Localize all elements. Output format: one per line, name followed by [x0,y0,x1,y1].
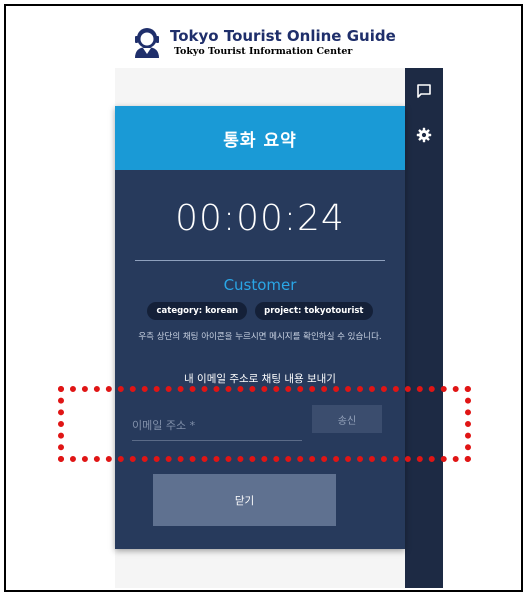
gear-icon [416,127,432,143]
call-timer: 00:00:24 [175,198,345,239]
site-title: Tokyo Tourist Online Guide [170,27,396,45]
chat-hint-text: 우측 상단의 채팅 아이콘을 누르시면 메시지를 확인하실 수 있습니다. [138,332,382,342]
tag-list: category: korean project: tokyotourist [115,302,405,320]
category-tag: category: korean [147,302,248,320]
settings-button[interactable] [405,116,443,154]
close-button[interactable]: 닫기 [153,474,336,526]
chat-bubble-icon [417,84,431,98]
site-subtitle: Tokyo Tourist Information Center [174,46,353,57]
project-tag: project: tokyotourist [255,302,373,320]
panel-title: 통화 요약 [223,130,297,151]
email-section-heading: 내 이메일 주소로 채팅 내용 보내기 [184,373,336,385]
site-logo: Tokyo Tourist Online Guide Tokyo Tourist… [130,24,396,64]
side-rail [405,68,443,588]
divider [135,260,385,261]
participant-role: Customer [223,276,297,294]
panel-header: 통화 요약 [115,106,405,170]
guide-headset-icon [135,28,159,58]
highlight-box [58,386,471,462]
chat-toggle-button[interactable] [405,72,443,110]
call-summary-panel: 통화 요약 00:00:24 Customer category: korean… [115,106,405,549]
